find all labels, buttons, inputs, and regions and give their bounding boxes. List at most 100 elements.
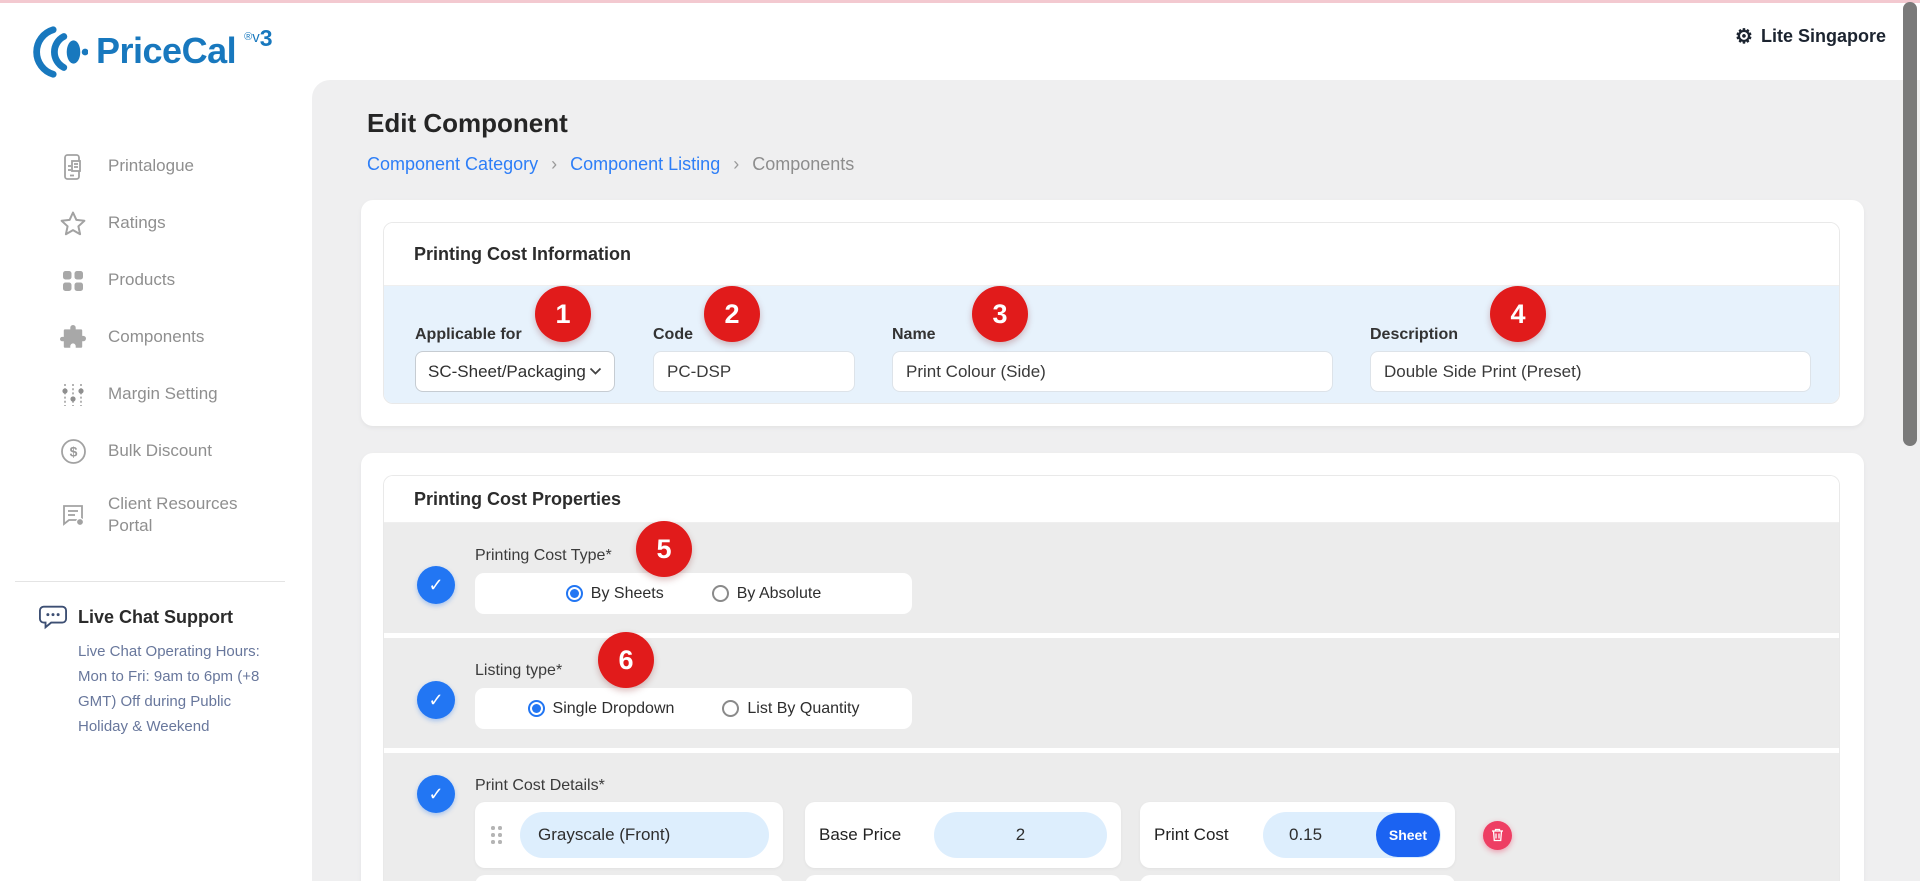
name-field: 3 Name bbox=[892, 326, 1333, 404]
sliders-icon bbox=[58, 382, 88, 408]
unit-sheet-button[interactable]: Sheet bbox=[1376, 813, 1440, 857]
print-cost-input[interactable]: 0.15 Sheet bbox=[1263, 812, 1441, 858]
brand-version-v: v bbox=[252, 29, 260, 46]
breadcrumb-current: Components bbox=[752, 154, 854, 175]
sidebar-item-bulk-discount[interactable]: $ Bulk Discount bbox=[0, 423, 312, 480]
live-chat-hours: Live Chat Operating Hours: Mon to Fri: 9… bbox=[78, 639, 283, 739]
radio-label: List By Quantity bbox=[747, 700, 859, 718]
brand-logo[interactable]: PriceCal ® v 3 bbox=[30, 23, 273, 81]
check-icon: ✓ bbox=[428, 690, 443, 711]
sidebar-item-components[interactable]: Components bbox=[0, 309, 312, 366]
listing-type-label: Listing type* bbox=[475, 638, 1839, 680]
name-label: Name bbox=[892, 326, 1333, 344]
radio-dot bbox=[712, 585, 729, 602]
option-name-card: Grayscale (Front) bbox=[475, 802, 783, 868]
printing-cost-properties-card: Printing Cost Properties ✓ 5 Printing Co… bbox=[361, 453, 1864, 881]
sidebar-item-label: Margin Setting bbox=[108, 383, 218, 405]
print-cost-details-label: Print Cost Details* bbox=[475, 753, 1839, 795]
grid-icon bbox=[58, 269, 88, 293]
name-input[interactable] bbox=[892, 351, 1333, 392]
brand-name: PriceCal bbox=[96, 23, 236, 79]
sidebar-item-label: Products bbox=[108, 269, 175, 291]
annotation-badge-2: 2 bbox=[704, 286, 760, 342]
app-screen: PriceCal ® v 3 Printalogue bbox=[0, 0, 1920, 881]
puzzle-icon bbox=[58, 325, 88, 351]
print-cost-details-row: ✓ Print Cost Details* Grayscale (Front) … bbox=[384, 753, 1839, 881]
option-name-input[interactable]: Grayscale (Front) bbox=[520, 812, 769, 858]
annotation-badge-5: 5 bbox=[636, 521, 692, 577]
delete-row-button[interactable] bbox=[1483, 821, 1512, 850]
radio-by-absolute[interactable]: By Absolute bbox=[712, 585, 822, 603]
listing-type-row: ✓ 6 Listing type* Single Dropdown List B… bbox=[384, 638, 1839, 748]
sidebar-item-label: Client Resources Portal bbox=[108, 493, 283, 537]
dollar-circle-icon: $ bbox=[58, 438, 88, 465]
check-icon: ✓ bbox=[428, 784, 443, 805]
radio-single-dropdown[interactable]: Single Dropdown bbox=[528, 700, 675, 718]
chat-bubble-icon bbox=[38, 603, 68, 631]
main-content: Edit Component Component Category › Comp… bbox=[312, 80, 1920, 881]
annotation-badge-3: 3 bbox=[972, 286, 1028, 342]
applicable-for-field: 1 Applicable for SC-Sheet/Packaging bbox=[415, 326, 615, 404]
section-title: Printing Cost Properties bbox=[384, 476, 1839, 523]
sidebar-item-printalogue[interactable]: Printalogue bbox=[0, 138, 312, 195]
sidebar-item-ratings[interactable]: Ratings bbox=[0, 195, 312, 252]
radio-list-by-quantity[interactable]: List By Quantity bbox=[722, 700, 859, 718]
sidebar-item-label: Printalogue bbox=[108, 155, 194, 177]
info-fields-band: 1 Applicable for SC-Sheet/Packaging 2 Co… bbox=[384, 286, 1839, 404]
printing-cost-type-options: By Sheets By Absolute bbox=[475, 573, 912, 614]
drag-handle-icon[interactable] bbox=[491, 826, 502, 844]
top-accent-line bbox=[0, 0, 1920, 3]
annotation-badge-6: 6 bbox=[598, 632, 654, 688]
live-chat-support-button[interactable]: Live Chat Support bbox=[38, 603, 288, 631]
svg-text:$: $ bbox=[69, 444, 77, 460]
base-price-label: Base Price bbox=[819, 825, 901, 845]
enabled-check-toggle[interactable]: ✓ bbox=[417, 681, 455, 719]
applicable-for-value: SC-Sheet/Packaging bbox=[428, 362, 586, 382]
printing-cost-properties-box: Printing Cost Properties ✓ 5 Printing Co… bbox=[383, 475, 1840, 881]
description-input[interactable] bbox=[1370, 351, 1811, 392]
vertical-scrollbar-thumb[interactable] bbox=[1903, 2, 1917, 446]
sidebar-item-client-resources-portal[interactable]: Client Resources Portal bbox=[0, 480, 312, 550]
radio-dot-selected bbox=[566, 585, 583, 602]
print-cost-detail-entry: Grayscale (Front) Base Price 2 Print Cos… bbox=[475, 802, 1839, 868]
applicable-for-select[interactable]: SC-Sheet/Packaging bbox=[415, 351, 615, 392]
sidebar-item-margin-setting[interactable]: Margin Setting bbox=[0, 366, 312, 423]
annotation-badge-1: 1 bbox=[535, 286, 591, 342]
chevron-down-icon bbox=[589, 367, 602, 376]
breadcrumb: Component Category › Component Listing ›… bbox=[367, 154, 854, 175]
base-price-card bbox=[805, 875, 1121, 881]
document-star-icon bbox=[58, 502, 88, 528]
radio-dot-selected bbox=[528, 700, 545, 717]
printing-cost-type-row: ✓ 5 Printing Cost Type* By Sheets By Abs… bbox=[384, 523, 1839, 633]
brand-trademark: ® bbox=[244, 31, 252, 43]
print-cost-card bbox=[1140, 875, 1455, 881]
workspace-name: Lite Singapore bbox=[1761, 26, 1886, 47]
sidebar-nav: Printalogue Ratings Products bbox=[0, 138, 312, 550]
option-name-card bbox=[475, 875, 783, 881]
radio-by-sheets[interactable]: By Sheets bbox=[566, 585, 664, 603]
radio-label: By Absolute bbox=[737, 585, 822, 603]
sidebar-item-products[interactable]: Products bbox=[0, 252, 312, 309]
pricecal-logo-icon bbox=[30, 23, 88, 81]
page-title: Edit Component bbox=[367, 108, 568, 139]
gear-icon: ⚙ bbox=[1735, 27, 1753, 47]
annotation-badge-4: 4 bbox=[1490, 286, 1546, 342]
print-cost-card: Print Cost 0.15 Sheet bbox=[1140, 802, 1455, 868]
sidebar: PriceCal ® v 3 Printalogue bbox=[0, 3, 312, 881]
base-price-input[interactable]: 2 bbox=[934, 812, 1107, 858]
radio-label: By Sheets bbox=[591, 585, 664, 603]
section-title: Printing Cost Information bbox=[384, 223, 1839, 286]
workspace-menu[interactable]: ⚙ Lite Singapore bbox=[1735, 26, 1886, 47]
print-cost-label: Print Cost bbox=[1154, 825, 1229, 845]
code-input[interactable] bbox=[653, 351, 855, 392]
enabled-check-toggle[interactable]: ✓ bbox=[417, 566, 455, 604]
breadcrumb-component-listing[interactable]: Component Listing bbox=[570, 154, 720, 175]
live-chat-title: Live Chat Support bbox=[78, 607, 233, 628]
description-field: 4 Description bbox=[1370, 326, 1811, 404]
breadcrumb-component-category[interactable]: Component Category bbox=[367, 154, 538, 175]
check-icon: ✓ bbox=[428, 575, 443, 596]
sidebar-item-label: Components bbox=[108, 326, 204, 348]
enabled-check-toggle[interactable]: ✓ bbox=[417, 775, 455, 813]
radio-label: Single Dropdown bbox=[553, 700, 675, 718]
trash-icon bbox=[1491, 828, 1504, 842]
